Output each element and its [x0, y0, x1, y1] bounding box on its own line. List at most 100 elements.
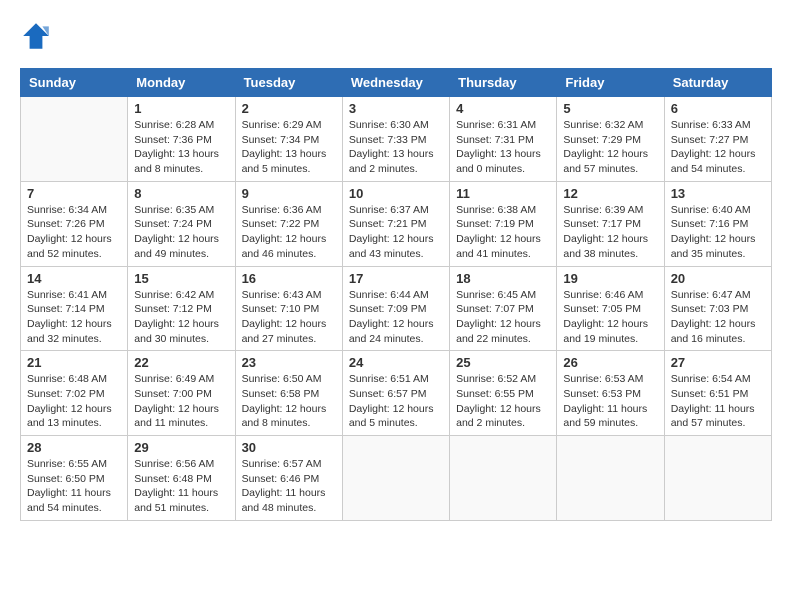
calendar-cell: 16 Sunrise: 6:43 AM Sunset: 7:10 PM Dayli… [235, 266, 342, 351]
calendar-cell [450, 436, 557, 521]
day-number: 22 [134, 355, 228, 370]
calendar-cell: 26 Sunrise: 6:53 AM Sunset: 6:53 PM Dayli… [557, 351, 664, 436]
calendar-cell: 22 Sunrise: 6:49 AM Sunset: 7:00 PM Dayli… [128, 351, 235, 436]
day-number: 5 [563, 101, 657, 116]
day-info: Sunrise: 6:30 AM Sunset: 7:33 PM Dayligh… [349, 118, 443, 177]
day-info: Sunrise: 6:54 AM Sunset: 6:51 PM Dayligh… [671, 372, 765, 431]
calendar-cell: 5Sunrise: 6:32 AM Sunset: 7:29 PM Daylig… [557, 97, 664, 182]
day-number: 30 [242, 440, 336, 455]
calendar-cell [342, 436, 449, 521]
day-info: Sunrise: 6:33 AM Sunset: 7:27 PM Dayligh… [671, 118, 765, 177]
day-number: 6 [671, 101, 765, 116]
day-info: Sunrise: 6:31 AM Sunset: 7:31 PM Dayligh… [456, 118, 550, 177]
calendar-cell: 2Sunrise: 6:29 AM Sunset: 7:34 PM Daylig… [235, 97, 342, 182]
calendar-cell: 4 Sunrise: 6:31 AM Sunset: 7:31 PM Daylig… [450, 97, 557, 182]
calendar-cell: 1Sunrise: 6:28 AM Sunset: 7:36 PM Daylig… [128, 97, 235, 182]
day-info: Sunrise: 6:44 AM Sunset: 7:09 PM Dayligh… [349, 288, 443, 347]
day-number: 14 [27, 271, 121, 286]
day-number: 26 [563, 355, 657, 370]
calendar-header-tuesday: Tuesday [235, 69, 342, 97]
day-info: Sunrise: 6:38 AM Sunset: 7:19 PM Dayligh… [456, 203, 550, 262]
day-info: Sunrise: 6:56 AM Sunset: 6:48 PM Dayligh… [134, 457, 228, 516]
day-info: Sunrise: 6:39 AM Sunset: 7:17 PM Dayligh… [563, 203, 657, 262]
calendar-cell [557, 436, 664, 521]
calendar-week-3: 14 Sunrise: 6:41 AM Sunset: 7:14 PM Dayli… [21, 266, 772, 351]
calendar-cell [21, 97, 128, 182]
calendar-table: SundayMondayTuesdayWednesdayThursdayFrid… [20, 68, 772, 521]
calendar-header-friday: Friday [557, 69, 664, 97]
calendar-header-monday: Monday [128, 69, 235, 97]
day-number: 15 [134, 271, 228, 286]
day-info: Sunrise: 6:55 AM Sunset: 6:50 PM Dayligh… [27, 457, 121, 516]
calendar-cell: 6 Sunrise: 6:33 AM Sunset: 7:27 PM Daylig… [664, 97, 771, 182]
calendar-week-2: 7Sunrise: 6:34 AM Sunset: 7:26 PM Daylig… [21, 181, 772, 266]
day-number: 16 [242, 271, 336, 286]
day-number: 21 [27, 355, 121, 370]
day-number: 9 [242, 186, 336, 201]
calendar-cell: 13 Sunrise: 6:40 AM Sunset: 7:16 PM Dayli… [664, 181, 771, 266]
calendar-cell: 11 Sunrise: 6:38 AM Sunset: 7:19 PM Dayli… [450, 181, 557, 266]
calendar-week-5: 28 Sunrise: 6:55 AM Sunset: 6:50 PM Dayli… [21, 436, 772, 521]
day-info: Sunrise: 6:43 AM Sunset: 7:10 PM Dayligh… [242, 288, 336, 347]
page-header [20, 20, 772, 52]
calendar-cell: 8 Sunrise: 6:35 AM Sunset: 7:24 PM Daylig… [128, 181, 235, 266]
day-info: Sunrise: 6:42 AM Sunset: 7:12 PM Dayligh… [134, 288, 228, 347]
day-info: Sunrise: 6:36 AM Sunset: 7:22 PM Dayligh… [242, 203, 336, 262]
calendar-cell: 10 Sunrise: 6:37 AM Sunset: 7:21 PM Dayli… [342, 181, 449, 266]
day-number: 20 [671, 271, 765, 286]
day-info: Sunrise: 6:53 AM Sunset: 6:53 PM Dayligh… [563, 372, 657, 431]
day-info: Sunrise: 6:40 AM Sunset: 7:16 PM Dayligh… [671, 203, 765, 262]
day-number: 25 [456, 355, 550, 370]
calendar-header-thursday: Thursday [450, 69, 557, 97]
calendar-cell: 18 Sunrise: 6:45 AM Sunset: 7:07 PM Dayli… [450, 266, 557, 351]
calendar-cell: 23Sunrise: 6:50 AM Sunset: 6:58 PM Dayli… [235, 351, 342, 436]
day-number: 4 [456, 101, 550, 116]
calendar-week-1: 1Sunrise: 6:28 AM Sunset: 7:36 PM Daylig… [21, 97, 772, 182]
day-number: 7 [27, 186, 121, 201]
calendar-cell: 7Sunrise: 6:34 AM Sunset: 7:26 PM Daylig… [21, 181, 128, 266]
day-number: 13 [671, 186, 765, 201]
day-number: 28 [27, 440, 121, 455]
day-info: Sunrise: 6:28 AM Sunset: 7:36 PM Dayligh… [134, 118, 228, 177]
calendar-cell: 17 Sunrise: 6:44 AM Sunset: 7:09 PM Dayli… [342, 266, 449, 351]
day-number: 27 [671, 355, 765, 370]
calendar-cell: 15 Sunrise: 6:42 AM Sunset: 7:12 PM Dayli… [128, 266, 235, 351]
day-info: Sunrise: 6:46 AM Sunset: 7:05 PM Dayligh… [563, 288, 657, 347]
day-number: 12 [563, 186, 657, 201]
calendar-header-wednesday: Wednesday [342, 69, 449, 97]
day-number: 19 [563, 271, 657, 286]
calendar-cell: 19 Sunrise: 6:46 AM Sunset: 7:05 PM Dayli… [557, 266, 664, 351]
calendar-body: 1Sunrise: 6:28 AM Sunset: 7:36 PM Daylig… [21, 97, 772, 521]
calendar-cell: 30 Sunrise: 6:57 AM Sunset: 6:46 PM Dayli… [235, 436, 342, 521]
day-info: Sunrise: 6:41 AM Sunset: 7:14 PM Dayligh… [27, 288, 121, 347]
calendar-header-saturday: Saturday [664, 69, 771, 97]
day-info: Sunrise: 6:52 AM Sunset: 6:55 PM Dayligh… [456, 372, 550, 431]
calendar-week-4: 21 Sunrise: 6:48 AM Sunset: 7:02 PM Dayli… [21, 351, 772, 436]
day-info: Sunrise: 6:49 AM Sunset: 7:00 PM Dayligh… [134, 372, 228, 431]
day-number: 17 [349, 271, 443, 286]
day-number: 11 [456, 186, 550, 201]
day-info: Sunrise: 6:48 AM Sunset: 7:02 PM Dayligh… [27, 372, 121, 431]
day-number: 29 [134, 440, 228, 455]
logo-icon [20, 20, 52, 52]
calendar-cell: 3 Sunrise: 6:30 AM Sunset: 7:33 PM Daylig… [342, 97, 449, 182]
calendar-cell: 9 Sunrise: 6:36 AM Sunset: 7:22 PM Daylig… [235, 181, 342, 266]
calendar-cell: 14 Sunrise: 6:41 AM Sunset: 7:14 PM Dayli… [21, 266, 128, 351]
day-info: Sunrise: 6:37 AM Sunset: 7:21 PM Dayligh… [349, 203, 443, 262]
calendar-cell: 20Sunrise: 6:47 AM Sunset: 7:03 PM Dayli… [664, 266, 771, 351]
calendar-cell: 27 Sunrise: 6:54 AM Sunset: 6:51 PM Dayli… [664, 351, 771, 436]
day-number: 3 [349, 101, 443, 116]
calendar-cell: 29 Sunrise: 6:56 AM Sunset: 6:48 PM Dayli… [128, 436, 235, 521]
day-number: 10 [349, 186, 443, 201]
day-info: Sunrise: 6:50 AM Sunset: 6:58 PM Dayligh… [242, 372, 336, 431]
day-number: 8 [134, 186, 228, 201]
day-info: Sunrise: 6:45 AM Sunset: 7:07 PM Dayligh… [456, 288, 550, 347]
day-number: 18 [456, 271, 550, 286]
calendar-cell [664, 436, 771, 521]
day-info: Sunrise: 6:57 AM Sunset: 6:46 PM Dayligh… [242, 457, 336, 516]
day-info: Sunrise: 6:35 AM Sunset: 7:24 PM Dayligh… [134, 203, 228, 262]
calendar-header-sunday: Sunday [21, 69, 128, 97]
calendar-cell: 24Sunrise: 6:51 AM Sunset: 6:57 PM Dayli… [342, 351, 449, 436]
calendar-cell: 12 Sunrise: 6:39 AM Sunset: 7:17 PM Dayli… [557, 181, 664, 266]
logo [20, 20, 56, 52]
